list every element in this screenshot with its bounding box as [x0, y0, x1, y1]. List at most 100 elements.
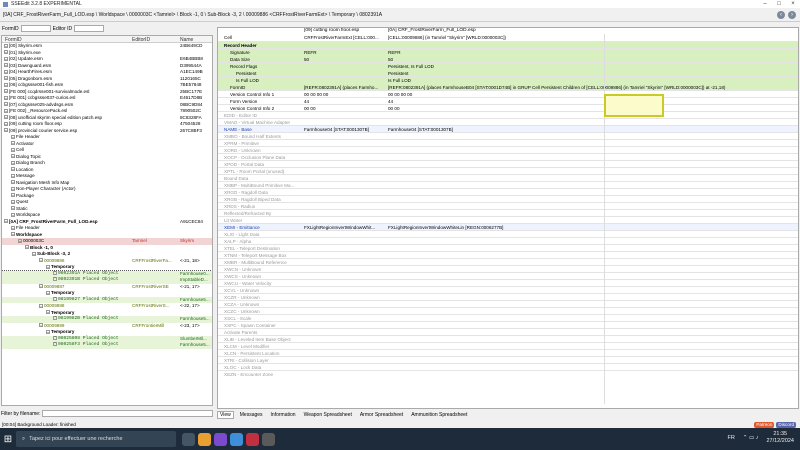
record-field-row[interactable]: XEMI - Emittance FXLightRegionInvertWindo… [218, 223, 798, 230]
expand-toggle-icon[interactable]: − [11, 186, 15, 191]
app-icon-2[interactable] [246, 432, 259, 446]
record-field-row[interactable]: XCZC - Unknown [218, 307, 798, 314]
expand-toggle-icon[interactable]: − [53, 277, 57, 281]
record-field-row[interactable]: XWCN - Unknown [218, 265, 798, 272]
record-field-row[interactable]: Record Flags Persistent, Is Full LOD [218, 62, 798, 69]
record-field-row[interactable]: XPTL - Room Portal (unused) [218, 167, 798, 174]
record-field-row[interactable]: Is Full LOD Is Full LOD [218, 76, 798, 83]
expand-toggle-icon[interactable]: − [53, 335, 57, 340]
expand-toggle-icon[interactable]: − [11, 154, 15, 159]
tab-messages[interactable]: Messages [238, 412, 265, 418]
expand-toggle-icon[interactable]: − [11, 167, 15, 172]
expand-toggle-icon[interactable]: − [4, 69, 8, 74]
record-field-row[interactable]: XLCM - Level Modifier [218, 342, 798, 349]
record-field-row[interactable]: XTNM - Teleport Message Box [218, 251, 798, 258]
record-field-row[interactable]: XORD - Unknown [218, 146, 798, 153]
expand-toggle-icon[interactable]: − [39, 323, 43, 328]
record-field-row[interactable]: XLIB - Leveled Item Base Object [218, 335, 798, 342]
expand-toggle-icon[interactable]: − [39, 284, 43, 289]
record-field-row[interactable]: Reflected/Refracted By [218, 209, 798, 216]
record-field-row[interactable]: XCVL - Unknown [218, 286, 798, 293]
expand-toggle-icon[interactable]: − [11, 160, 15, 165]
expand-toggle-icon[interactable]: − [4, 63, 8, 68]
windows-start-icon[interactable]: ⊞ [0, 431, 16, 447]
expand-toggle-icon[interactable]: − [11, 141, 15, 146]
taskbar-search[interactable]: ⌕ Tapez ici pour effectuer une recherche [16, 431, 176, 447]
expand-toggle-icon[interactable]: − [11, 232, 15, 237]
record-field-row[interactable]: XALP - Alpha [218, 237, 798, 244]
filename-filter-input[interactable] [42, 410, 213, 417]
clock[interactable]: 21:35 27/12/2024 [766, 431, 794, 445]
expand-toggle-icon[interactable]: − [4, 115, 8, 120]
record-field-row[interactable]: Signature REFR REFR [218, 48, 798, 55]
record-field-row[interactable]: NAME - Base Farmhouse04 [STAT:0001307B] Fa… [218, 125, 798, 132]
expand-toggle-icon[interactable]: − [53, 270, 57, 275]
record-field-row[interactable]: Form Version 44 44 [218, 97, 798, 104]
record-field-row[interactable]: XRGB - Ragdoll Biped Data [218, 195, 798, 202]
record-field-row[interactable]: XTEL - Teleport Destination [218, 244, 798, 251]
tab-weapon-spreadsheet[interactable]: Weapon Spreadsheet [302, 412, 354, 418]
expand-toggle-icon[interactable]: − [4, 95, 8, 100]
language-indicator[interactable]: FR [728, 435, 735, 441]
record-view[interactable]: [09] cutting room floor.esp [0A] CRF_Fro… [217, 27, 799, 409]
record-field-row[interactable]: XRGD - Ragdoll Data [218, 188, 798, 195]
expand-toggle-icon[interactable]: − [11, 147, 15, 152]
maximize-icon[interactable]: □ [772, 0, 786, 8]
forward-arrow-icon[interactable]: › [788, 11, 796, 19]
tab-view[interactable]: View [217, 411, 234, 419]
record-field-row[interactable]: XLOC - Lock Data [218, 363, 798, 370]
record-tree[interactable]: FormID EditorID Name − [00] Skyrim.esm 24B… [1, 35, 213, 406]
record-field-row[interactable]: XLCN - Persistent Location [218, 349, 798, 356]
record-field-row[interactable]: XSPC - Spawn Container [218, 321, 798, 328]
record-field-row[interactable]: XMBR - MultiBound Reference [218, 258, 798, 265]
expand-toggle-icon[interactable]: − [4, 128, 8, 133]
record-field-row[interactable]: VMAD - Virtual Machine Adapter [218, 118, 798, 125]
editorid-input[interactable] [74, 25, 105, 32]
expand-toggle-icon[interactable]: − [4, 56, 8, 61]
column-splitter[interactable] [604, 34, 605, 404]
expand-toggle-icon[interactable]: − [46, 290, 50, 295]
tree-row[interactable]: −080258F3 Placed Object Farmhouse5... [2, 342, 212, 349]
record-field-row[interactable]: EDID - Editor ID [218, 111, 798, 118]
record-field-row[interactable]: XRDS - Radius [218, 202, 798, 209]
expand-toggle-icon[interactable]: − [25, 245, 29, 250]
record-field-row[interactable]: XEZN - Encounter Zone [218, 370, 798, 377]
formid-input[interactable] [20, 25, 51, 32]
record-field-row[interactable]: XCZR - Unknown [218, 293, 798, 300]
expand-toggle-icon[interactable]: − [11, 212, 15, 217]
record-field-row[interactable]: XMBO - Bound Half Extents [218, 132, 798, 139]
record-field-row[interactable]: Version Control Info 2 00 00 00 00 [218, 104, 798, 111]
minimize-icon[interactable]: – [758, 0, 772, 8]
record-field-row[interactable]: XSCL - Scale [218, 314, 798, 321]
record-field-row[interactable]: Data Size 50 50 [218, 55, 798, 62]
app-icon-1[interactable] [230, 432, 243, 446]
record-field-row[interactable]: XLIG - Light Data [218, 230, 798, 237]
back-arrow-icon[interactable]: ‹ [777, 11, 785, 19]
expand-toggle-icon[interactable]: − [53, 316, 57, 320]
expand-toggle-icon[interactable]: − [39, 258, 43, 263]
expand-toggle-icon[interactable]: − [11, 173, 15, 178]
sseedit-taskbar-icon[interactable] [262, 432, 275, 446]
expand-toggle-icon[interactable]: − [39, 303, 43, 308]
expand-toggle-icon[interactable]: − [4, 76, 8, 81]
expand-toggle-icon[interactable]: − [11, 206, 15, 211]
record-field-row[interactable]: Persistent Persistent [218, 69, 798, 76]
expand-toggle-icon[interactable]: − [53, 296, 57, 301]
expand-toggle-icon[interactable]: − [4, 108, 8, 113]
expand-toggle-icon[interactable]: − [4, 50, 8, 55]
expand-toggle-icon[interactable]: − [4, 219, 8, 224]
expand-toggle-icon[interactable]: − [53, 342, 57, 346]
record-field-row[interactable]: Record Header [218, 41, 798, 48]
tray-icons[interactable]: ⌃ ▭ ♪ [743, 435, 759, 441]
expand-toggle-icon[interactable]: − [18, 238, 22, 243]
record-field-row[interactable]: XCZA - Unknown [218, 300, 798, 307]
expand-toggle-icon[interactable]: − [46, 264, 50, 269]
expand-toggle-icon[interactable]: − [11, 225, 15, 230]
tab-armor-spreadsheet[interactable]: Armor Spreadsheet [358, 412, 405, 418]
expand-toggle-icon[interactable]: − [32, 251, 36, 256]
expand-toggle-icon[interactable]: − [4, 43, 8, 48]
expand-toggle-icon[interactable]: − [11, 180, 15, 185]
record-field-row[interactable]: XTRI - Collision Layer [218, 356, 798, 363]
expand-toggle-icon[interactable]: − [46, 310, 50, 315]
record-field-row[interactable]: XPRM - Primitive [218, 139, 798, 146]
